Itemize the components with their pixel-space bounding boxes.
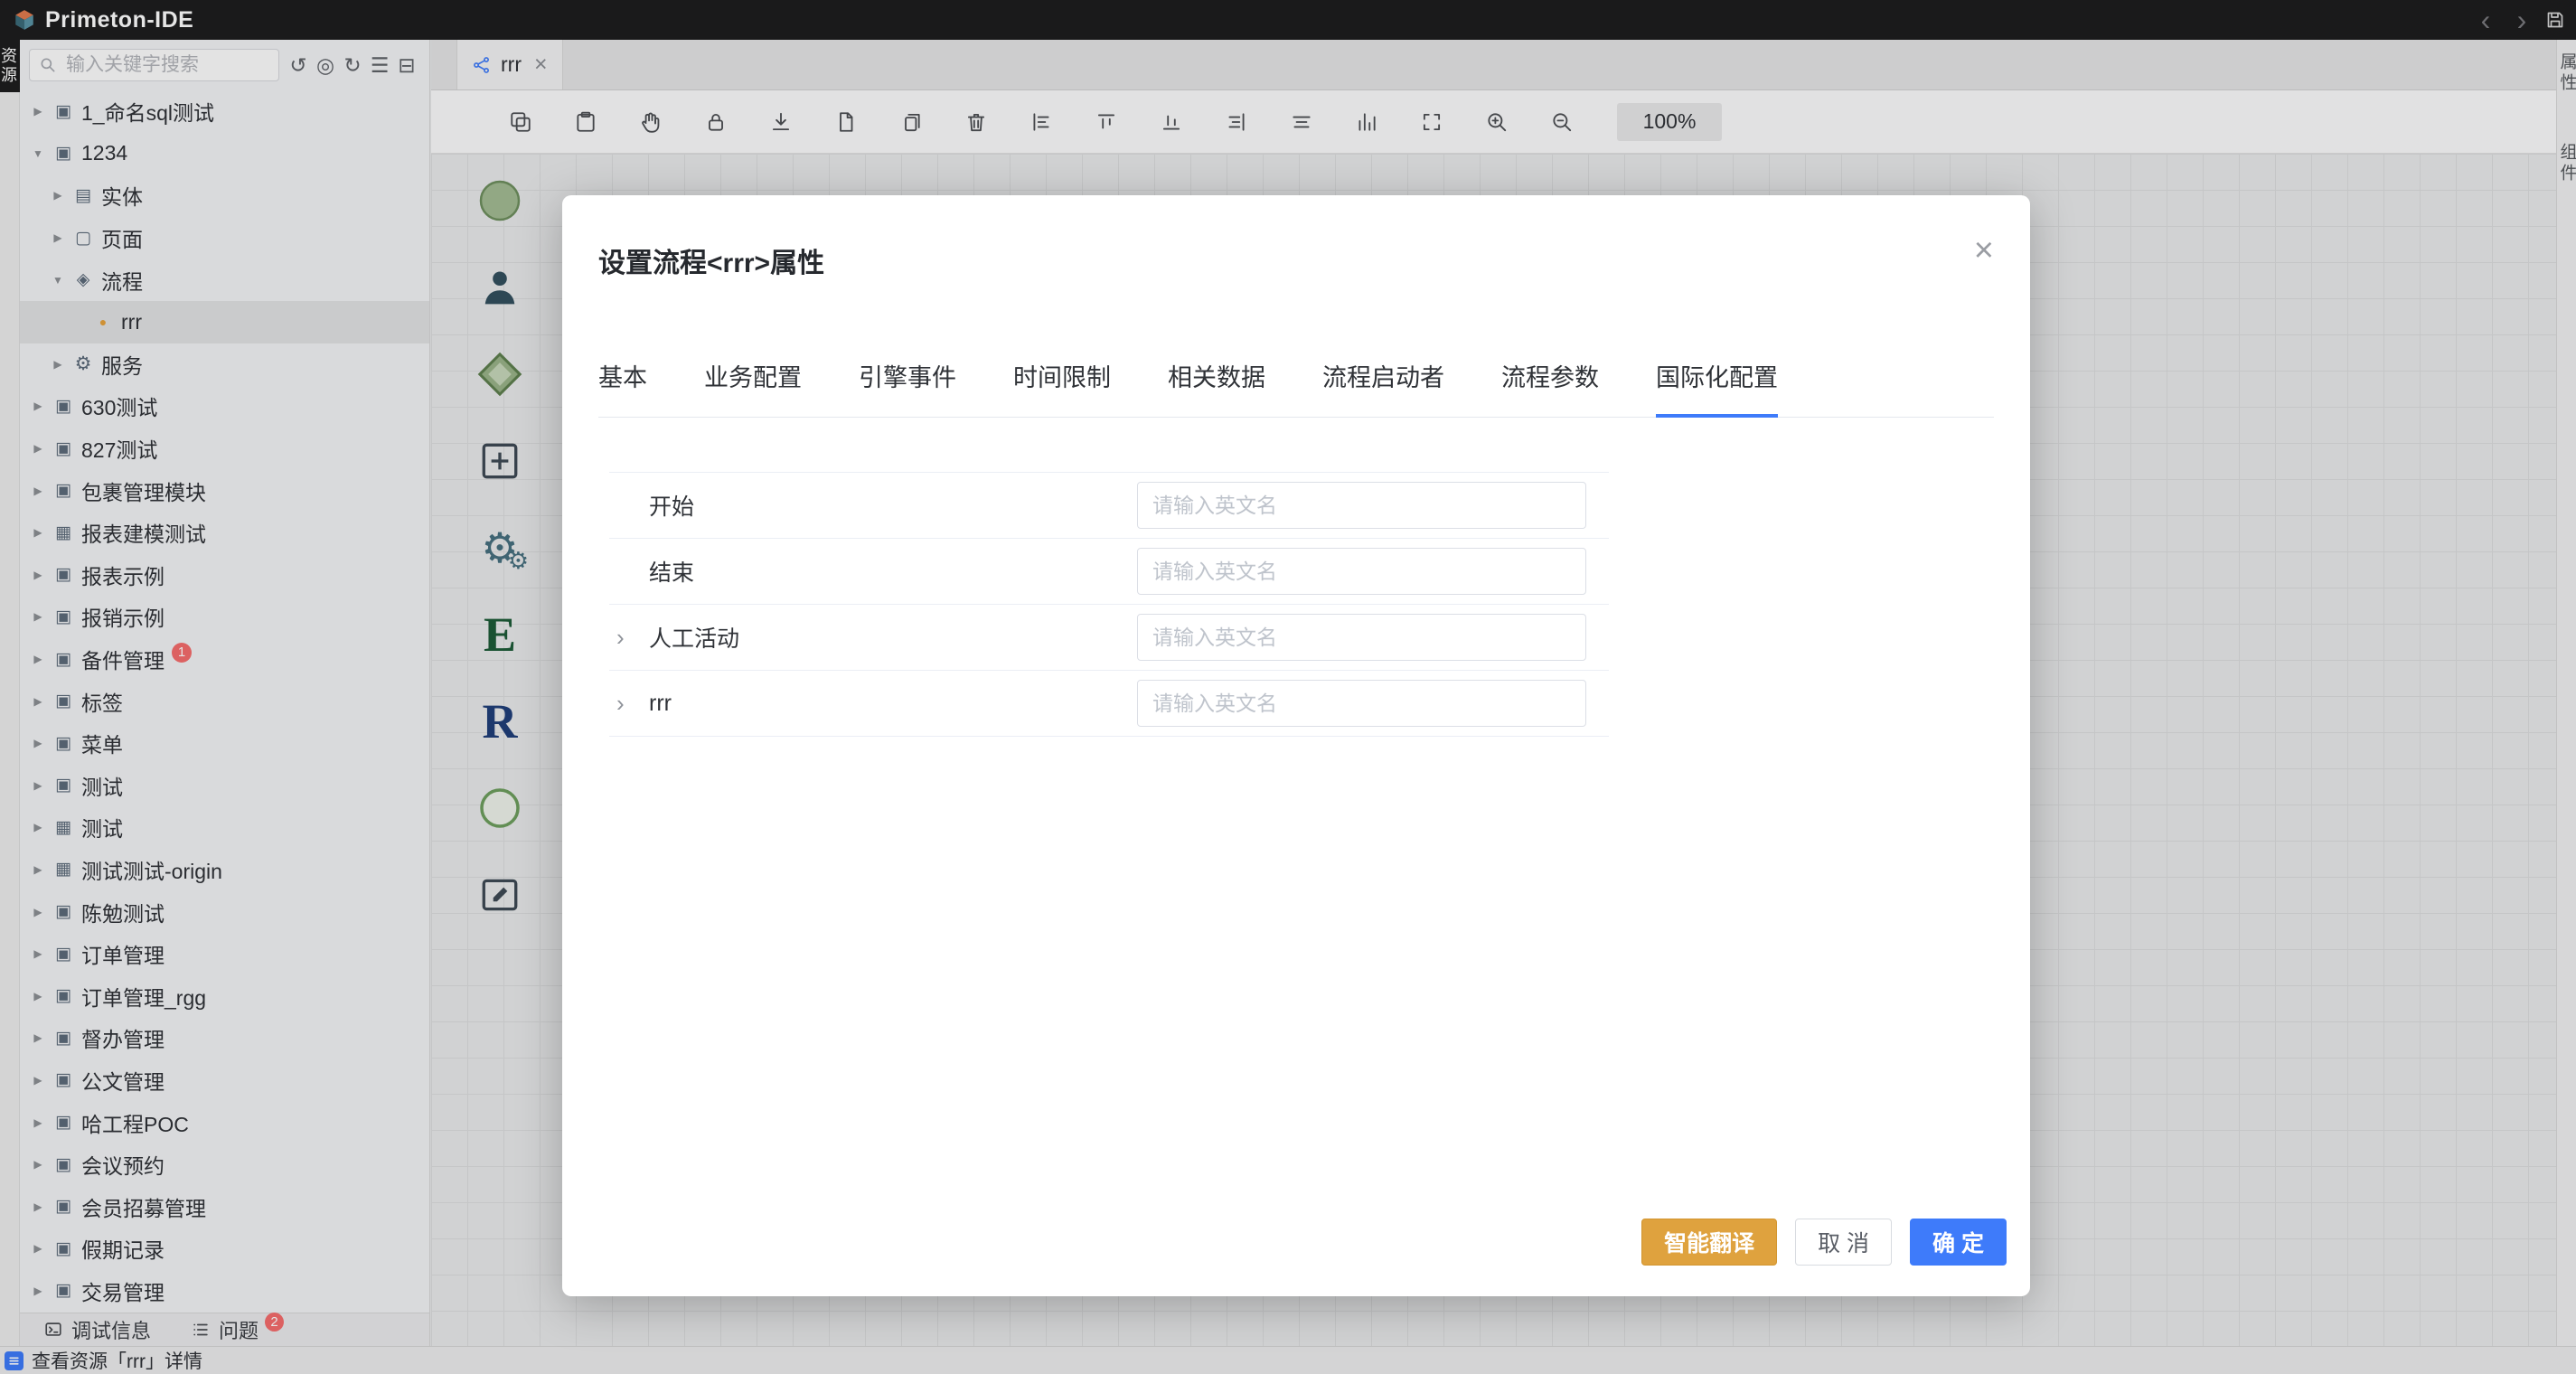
english-name-input[interactable]	[1137, 548, 1586, 595]
row-label: rrr	[649, 691, 1137, 717]
row-label: 人工活动	[649, 621, 1137, 654]
process-properties-dialog: 设置流程<rrr>属性 × 基本业务配置引擎事件时间限制相关数据流程启动者流程参…	[562, 195, 2030, 1296]
dialog-tab-流程启动者[interactable]: 流程启动者	[1322, 358, 1444, 418]
app-window: Primeton-IDE ‹ › 资源 ↺◎↻☰⊟ ▶▣1_命名sql测试▼▣1…	[0, 0, 2576, 1374]
english-name-input[interactable]	[1137, 482, 1586, 529]
i18n-table-row: 结束	[609, 539, 1609, 605]
dialog-tab-流程参数[interactable]: 流程参数	[1501, 358, 1599, 418]
smart-translate-button[interactable]: 智能翻译	[1641, 1219, 1777, 1266]
i18n-table-row: ›人工活动	[609, 605, 1609, 671]
i18n-table-row: ›rrr	[609, 671, 1609, 737]
dialog-tab-引擎事件[interactable]: 引擎事件	[859, 358, 956, 418]
i18n-table-row: 开始	[609, 473, 1609, 539]
i18n-table: 开始结束›人工活动›rrr	[609, 472, 1609, 737]
dialog-tab-时间限制[interactable]: 时间限制	[1013, 358, 1111, 418]
dialog-title: 设置流程<rrr>属性	[598, 240, 824, 280]
dialog-tab-业务配置[interactable]: 业务配置	[704, 358, 802, 418]
row-label: 结束	[649, 555, 1137, 588]
dialog-tab-国际化配置[interactable]: 国际化配置	[1656, 358, 1778, 418]
confirm-button[interactable]: 确 定	[1910, 1219, 2007, 1266]
dialog-tab-基本[interactable]: 基本	[598, 358, 647, 418]
dialog-tab-相关数据[interactable]: 相关数据	[1168, 358, 1265, 418]
dialog-tabs: 基本业务配置引擎事件时间限制相关数据流程启动者流程参数国际化配置	[598, 358, 1994, 418]
cancel-button[interactable]: 取 消	[1795, 1219, 1892, 1266]
row-expand-icon[interactable]: ›	[609, 626, 649, 649]
dialog-footer: 智能翻译 取 消 确 定	[1641, 1219, 2007, 1266]
dialog-close-icon[interactable]: ×	[1974, 233, 1994, 268]
row-label: 开始	[649, 489, 1137, 522]
english-name-input[interactable]	[1137, 614, 1586, 661]
english-name-input[interactable]	[1137, 680, 1586, 727]
row-expand-icon[interactable]: ›	[609, 692, 649, 715]
